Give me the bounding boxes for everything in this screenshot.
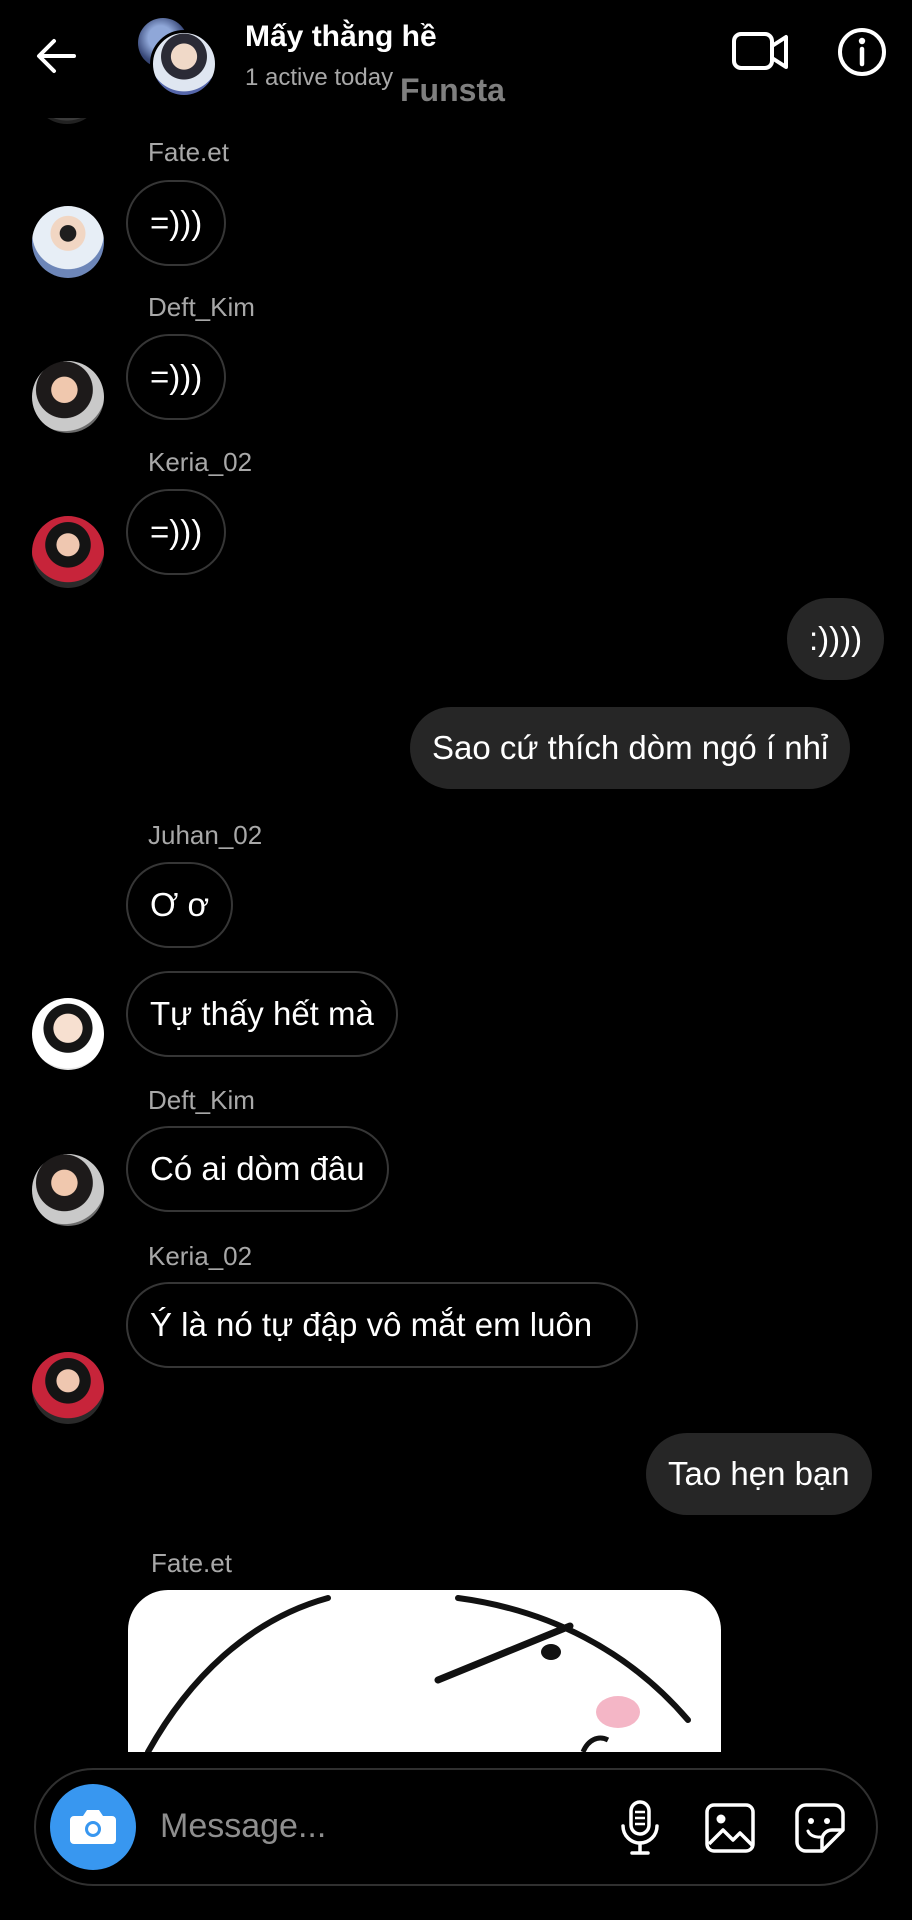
outgoing-message[interactable]: Sao cứ thích dòm ngó í nhỉ	[410, 707, 851, 789]
sticker-button[interactable]	[792, 1800, 848, 1856]
message-list[interactable]: Fate.et =))) Deft_Kim =))) Keria_02 =)))…	[0, 0, 912, 1752]
chat-title[interactable]: Mấy thằng hề	[245, 20, 437, 54]
camera-icon	[70, 1810, 116, 1844]
gallery-button[interactable]	[702, 1800, 758, 1856]
gallery-icon	[705, 1803, 755, 1853]
back-arrow-icon	[37, 39, 76, 73]
back-button[interactable]	[30, 30, 82, 82]
avatar-keria[interactable]	[32, 516, 104, 588]
avatar-deft[interactable]	[32, 1154, 104, 1226]
info-icon	[838, 28, 886, 76]
sender-name: Deft_Kim	[148, 1085, 255, 1115]
incoming-message[interactable]: Có ai dòm đâu	[126, 1126, 389, 1212]
voice-message-button[interactable]	[612, 1798, 668, 1858]
sender-name: Juhan_02	[148, 820, 263, 850]
chat-header: Mấy thằng hề 1 active today Funsta	[0, 0, 912, 118]
group-avatar[interactable]	[138, 18, 218, 98]
message-composer	[34, 1768, 878, 1886]
avatar-juhan[interactable]	[32, 998, 104, 1070]
sender-name: Keria_02	[148, 1241, 253, 1271]
chat-screen: Fate.et =))) Deft_Kim =))) Keria_02 =)))…	[0, 0, 912, 1920]
incoming-message[interactable]: Ơ ơ	[126, 862, 234, 948]
outgoing-message[interactable]: Tao hẹn bạn	[646, 1433, 872, 1515]
incoming-message[interactable]: =)))	[126, 334, 227, 420]
info-button[interactable]	[834, 24, 890, 80]
avatar-keria[interactable]	[32, 1352, 104, 1424]
video-call-button[interactable]	[730, 24, 790, 80]
sticker-icon	[795, 1803, 845, 1853]
incoming-message[interactable]: =)))	[126, 489, 227, 575]
camera-button[interactable]	[50, 1784, 136, 1870]
sticker-drawing	[145, 1595, 691, 1752]
outgoing-message[interactable]: :))))	[787, 598, 885, 680]
microphone-icon	[621, 1800, 659, 1855]
sender-name: Keria_02	[148, 447, 253, 477]
active-status: 1 active today	[245, 64, 394, 91]
avatar	[150, 30, 218, 98]
sender-name: Fate.et	[148, 137, 229, 167]
sender-name: Deft_Kim	[148, 292, 255, 322]
incoming-message[interactable]: =)))	[126, 180, 227, 266]
incoming-message[interactable]: Ý là nó tự đập vô mắt em luôn	[126, 1282, 638, 1368]
video-call-icon	[732, 32, 788, 70]
watermark: Funsta	[400, 72, 505, 108]
incoming-message[interactable]: Tự thấy hết mà	[126, 971, 398, 1057]
message-input[interactable]	[160, 1800, 600, 1852]
image-message[interactable]	[128, 1590, 721, 1752]
sender-name: Fate.et	[151, 1548, 232, 1578]
avatar-fate[interactable]	[32, 206, 104, 278]
avatar-deft[interactable]	[32, 361, 104, 433]
